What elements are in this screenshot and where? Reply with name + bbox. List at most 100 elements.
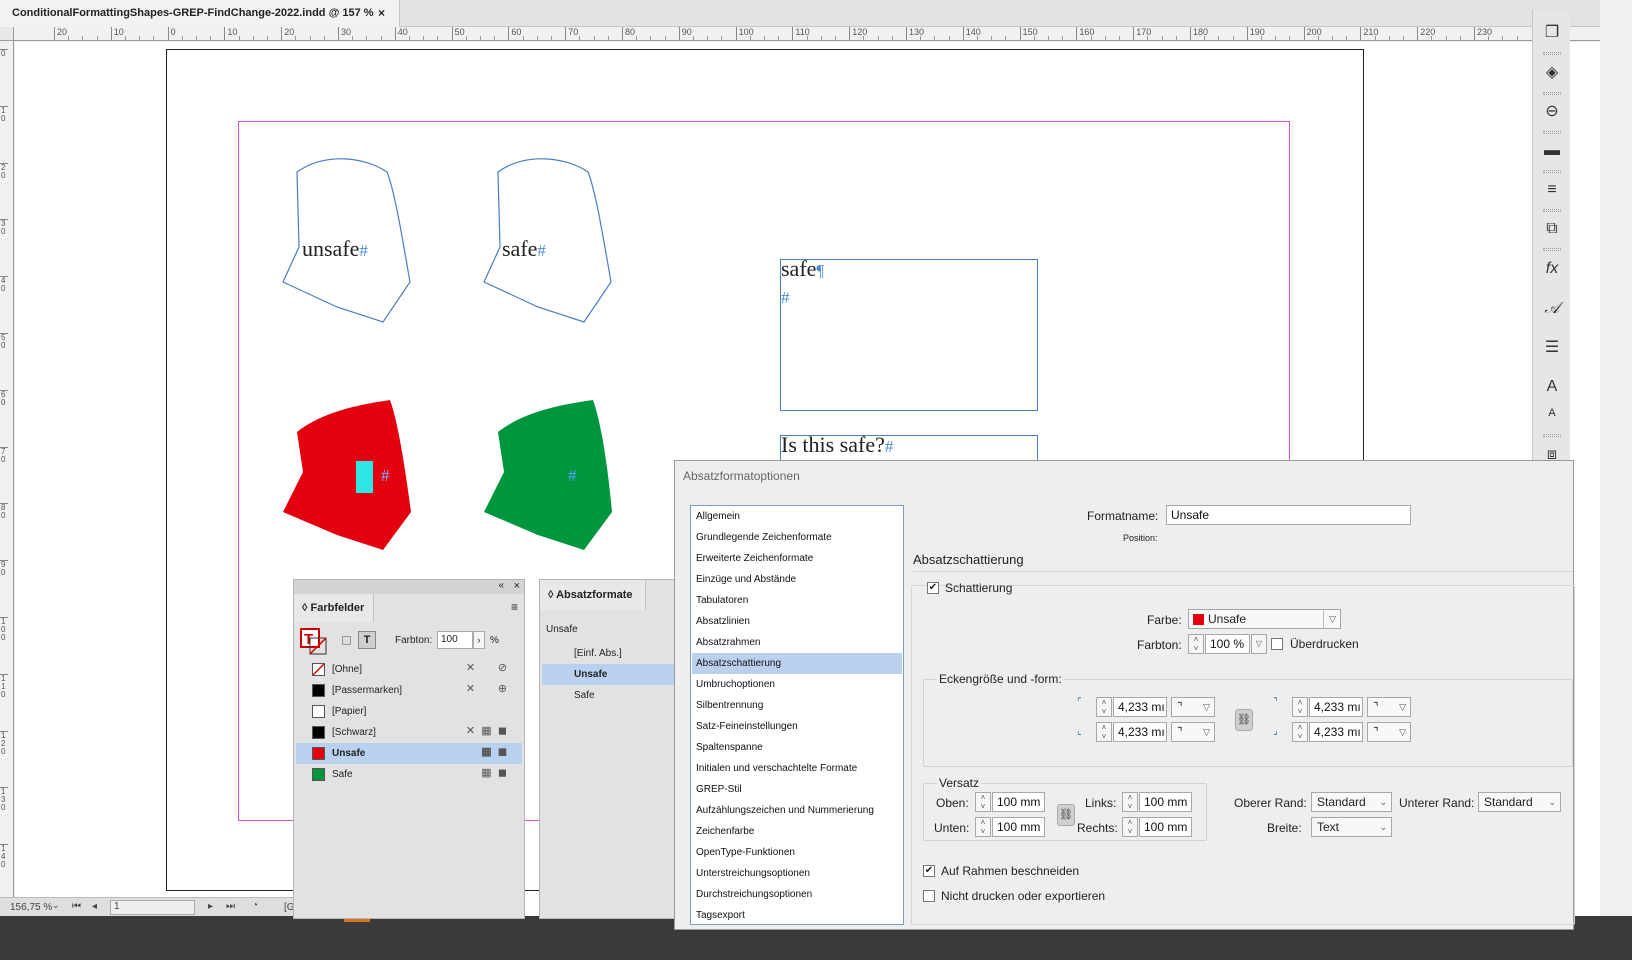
corner-tr-stepper[interactable]: ˄ ˅ — [1292, 697, 1308, 717]
category-item[interactable]: Tagsexport — [692, 905, 902, 926]
dialog-title[interactable]: Absatzformatoptionen — [675, 461, 1573, 491]
style-row[interactable]: Safe — [542, 685, 678, 706]
tab-paragraph-styles[interactable]: ◊ Absatzformate — [540, 580, 646, 610]
corner-br-stepper[interactable]: ˄ ˅ — [1292, 722, 1308, 742]
last-page-icon[interactable]: ⏭ — [226, 901, 235, 912]
document-tab[interactable]: ConditionalFormattingShapes-GREP-FindCha… — [0, 0, 400, 27]
character-icon[interactable]: A — [1539, 374, 1565, 400]
overprint-checkbox[interactable] — [1271, 638, 1283, 650]
dock-grip[interactable] — [1543, 92, 1561, 95]
close-tab-icon[interactable]: × — [378, 0, 385, 27]
zoom-field[interactable]: 156,75 % — [10, 902, 52, 913]
category-item[interactable]: GREP-Stil — [692, 779, 902, 800]
zoom-chevron-down-icon[interactable]: ⌄ — [52, 900, 60, 911]
horizontal-ruler[interactable]: 20 10 0 10 20 30 40 50 60 70 80 90 100 110 120 130 140 15… — [14, 27, 1600, 41]
tab-swatches[interactable]: ◊ Farbfelder — [294, 594, 374, 622]
apply-text-icon[interactable]: T — [358, 631, 376, 649]
page-field[interactable]: 1 — [110, 900, 195, 915]
dock-grip[interactable] — [1543, 209, 1561, 212]
style-row[interactable]: [Einf. Abs.] — [542, 643, 678, 664]
swatch-row-paper[interactable]: [Papier] — [296, 701, 522, 722]
tint-input[interactable]: 100 — [437, 631, 473, 649]
stroke-icon[interactable]: ≡ — [1539, 177, 1565, 203]
category-item[interactable]: Absatzrahmen — [692, 632, 902, 653]
category-item-selected[interactable]: Absatzschattierung — [692, 653, 902, 674]
corner-tl-shape-dropdown[interactable]: ⌝ ▽ — [1171, 697, 1215, 717]
category-item[interactable]: Allgemein — [692, 506, 902, 527]
swatch-row-unsafe[interactable]: Unsafe ▦ ◼ — [296, 743, 522, 764]
no-print-checkbox[interactable] — [923, 890, 935, 902]
collapse-icon[interactable]: « — [498, 580, 504, 591]
next-page-icon[interactable]: ▸ — [208, 901, 213, 912]
pages-icon[interactable]: ❐ — [1539, 20, 1565, 46]
category-item[interactable]: Durchstreichungsoptionen — [692, 884, 902, 905]
link-corners-icon[interactable]: ⛓ — [1235, 709, 1253, 731]
dock-grip[interactable] — [1543, 434, 1561, 437]
corner-tr-shape-dropdown[interactable]: ⌝ ▽ — [1367, 697, 1411, 717]
top-input[interactable]: 100 mm — [992, 792, 1045, 812]
formatname-input[interactable]: Unsafe — [1166, 505, 1411, 525]
swatch-row-none[interactable]: [Ohne] ✕ ⊘ — [296, 659, 522, 680]
category-item[interactable]: Aufzählungszeichen und Nummerierung — [692, 800, 902, 821]
corner-bl-stepper[interactable]: ˄ ˅ — [1096, 722, 1112, 742]
dock-grip[interactable] — [1543, 248, 1561, 251]
width-dropdown[interactable]: Text ⌄ — [1311, 817, 1392, 837]
category-item[interactable]: OpenType-Funktionen — [692, 842, 902, 863]
style-row-selected[interactable]: Unsafe — [542, 664, 678, 685]
link-offsets-icon[interactable]: ⛓ — [1057, 804, 1075, 826]
color-dropdown[interactable]: Unsafe ▽ — [1188, 609, 1341, 629]
top-edge-dropdown[interactable]: Standard ⌄ — [1311, 792, 1392, 812]
category-item[interactable]: Zeichenfarbe — [692, 821, 902, 842]
bottom-stepper[interactable]: ˄ ˅ — [975, 817, 991, 837]
category-item[interactable]: Einzüge und Abstände — [692, 569, 902, 590]
clip-to-frame-checkbox[interactable]: ✔ — [923, 865, 935, 877]
paragraph-styles-icon[interactable]: ☰ — [1539, 335, 1565, 361]
vertical-ruler[interactable]: 0 1 0 2 0 3 0 4 0 5 0 6 0 7 0 8 0 9 0 1 0 0 1 1 0 1 … — [0, 41, 14, 941]
category-item[interactable]: Tabulatoren — [692, 590, 902, 611]
corner-br-input[interactable]: 4,233 mı — [1309, 722, 1363, 742]
close-icon[interactable]: × — [514, 580, 520, 592]
links-icon[interactable]: ⊖ — [1539, 99, 1565, 125]
swatch-row-registration[interactable]: [Passermarken] ✕ ⊕ — [296, 680, 522, 701]
category-item[interactable]: Silbentrennung — [692, 695, 902, 716]
dock-grip[interactable] — [1543, 52, 1561, 55]
right-input[interactable]: 100 mm — [1139, 817, 1192, 837]
apply-container-icon[interactable] — [342, 636, 351, 645]
shading-checkbox[interactable]: ✔ — [927, 582, 939, 594]
first-page-icon[interactable]: ⏮ — [72, 901, 81, 912]
prev-page-icon[interactable]: ◂ — [92, 901, 97, 912]
tint-input[interactable]: 100 % — [1205, 634, 1250, 654]
gradient-icon[interactable]: ▬ — [1539, 138, 1565, 164]
right-stepper[interactable]: ˄ ˅ — [1122, 817, 1138, 837]
glyphs-icon[interactable]: ᴬ — [1539, 403, 1565, 429]
unsafe-shape-text[interactable]: unsafe# — [302, 236, 368, 262]
panel-menu-icon[interactable]: ≡ — [511, 600, 518, 614]
preflight-icon[interactable]: ◔ — [252, 900, 258, 911]
tint-arrow-icon[interactable]: › — [473, 631, 485, 649]
category-item[interactable]: Erweiterte Zeichenformate — [692, 548, 902, 569]
text-frame-safe[interactable]: safe¶ # — [780, 256, 1038, 411]
corner-tl-stepper[interactable]: ˄ ˅ — [1096, 697, 1112, 717]
effects-icon[interactable]: fx — [1539, 256, 1565, 282]
corner-bl-input[interactable]: 4,233 mı — [1113, 722, 1167, 742]
swatch-row-safe[interactable]: Safe ▦ ◼ — [296, 764, 522, 785]
left-stepper[interactable]: ˄ ˅ — [1122, 792, 1138, 812]
layers-icon[interactable]: ◈ — [1539, 60, 1565, 86]
tint-dropdown-icon[interactable]: ▽ — [1251, 634, 1267, 654]
dock-grip[interactable] — [1543, 131, 1561, 134]
bottom-input[interactable]: 100 mm — [992, 817, 1045, 837]
category-item[interactable]: Absatzlinien — [692, 611, 902, 632]
category-item[interactable]: Grundlegende Zeichenformate — [692, 527, 902, 548]
swatch-row-black[interactable]: [Schwarz] ✕ ▦ ◼ — [296, 722, 522, 743]
corner-br-shape-dropdown[interactable]: ⌝ ▽ — [1367, 722, 1411, 742]
dock-grip[interactable] — [1543, 170, 1561, 173]
corner-tl-input[interactable]: 4,233 mı — [1113, 697, 1167, 717]
category-item[interactable]: Satz-Feineinstellungen — [692, 716, 902, 737]
category-item[interactable]: Initialen und verschachtelte Formate — [692, 758, 902, 779]
ruler-origin[interactable] — [0, 27, 14, 41]
tint-stepper[interactable]: ˄ ˅ — [1188, 634, 1204, 654]
panel-header[interactable]: « × — [294, 580, 524, 594]
character-styles-icon[interactable]: 𝒜 — [1539, 296, 1565, 322]
category-item[interactable]: Unterstreichungsoptionen — [692, 863, 902, 884]
category-item[interactable]: Umbruchoptionen — [692, 674, 902, 695]
